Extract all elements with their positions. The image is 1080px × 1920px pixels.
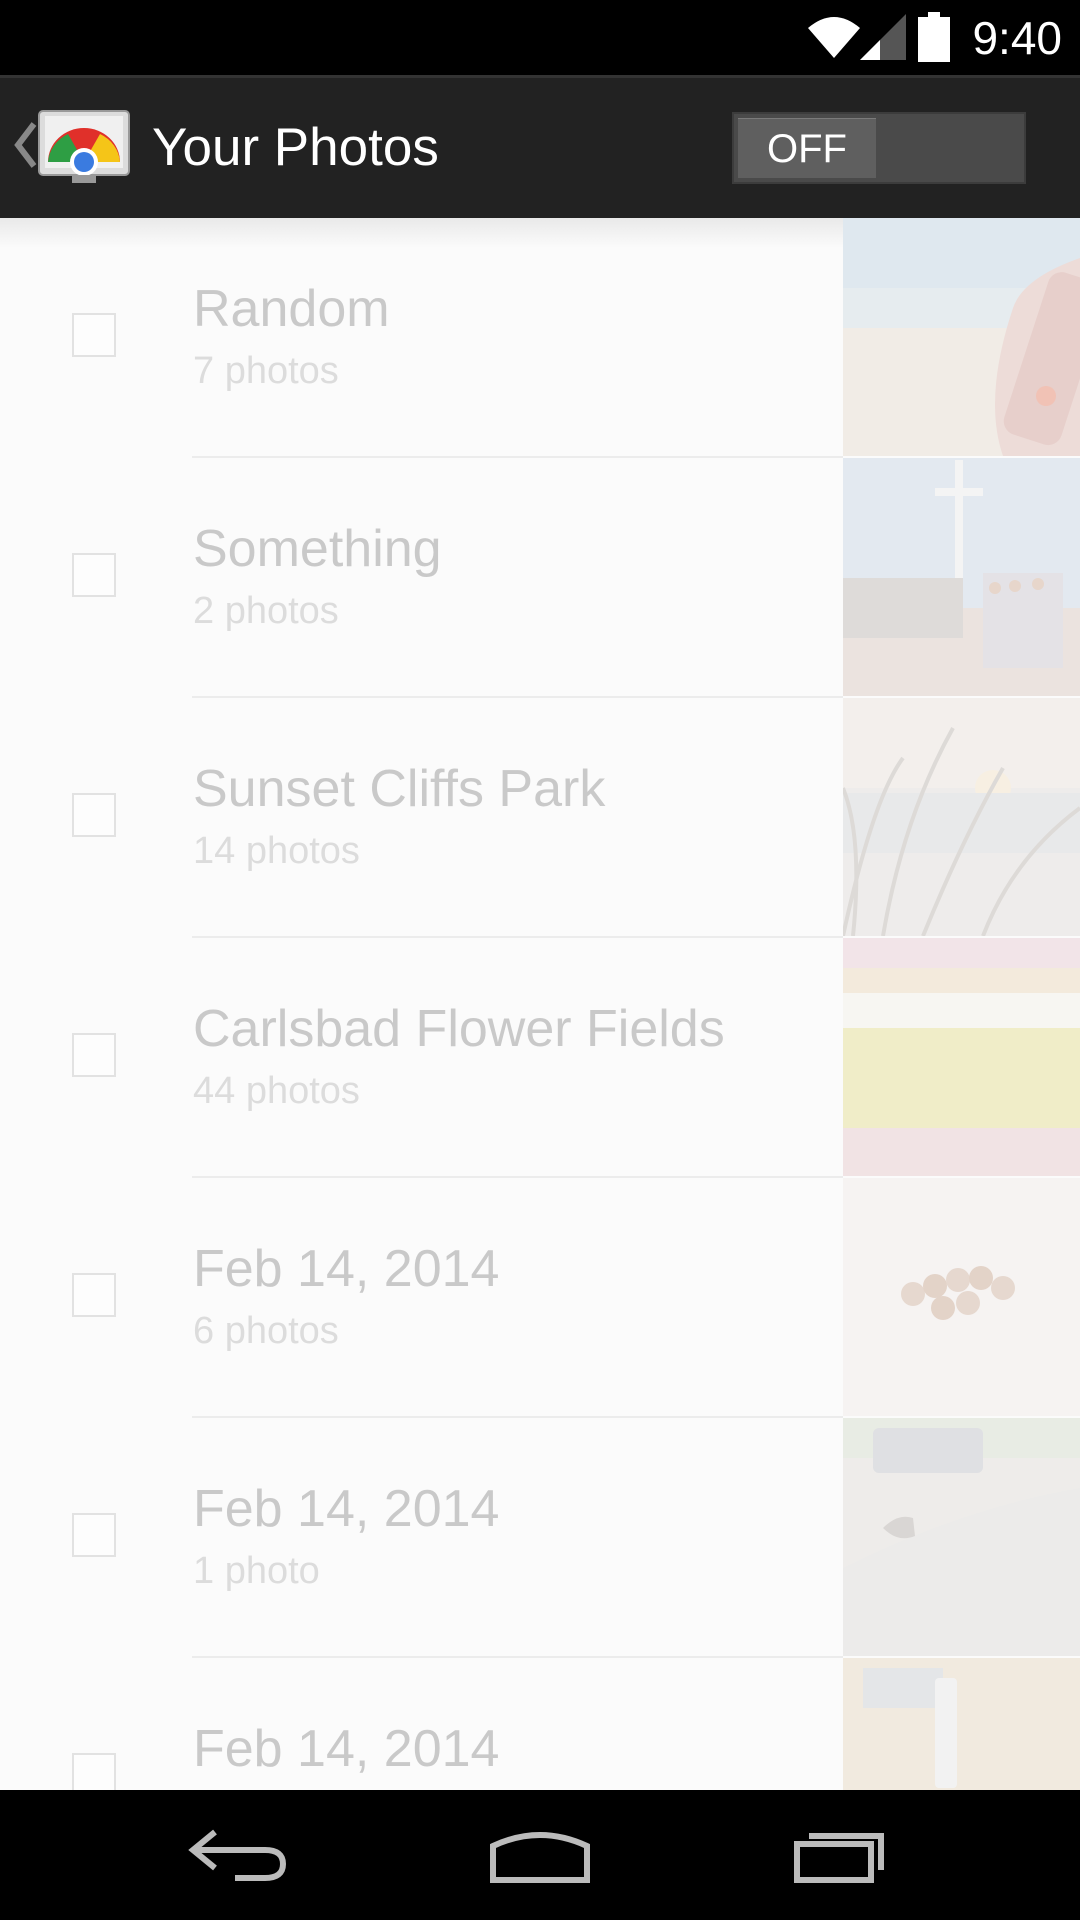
battery-icon [918, 12, 950, 62]
album-checkbox[interactable] [72, 1033, 116, 1077]
album-thumbnail [843, 218, 1080, 456]
list-item[interactable]: Feb 14, 2014 [0, 1658, 1080, 1790]
album-checkbox[interactable] [72, 793, 116, 837]
album-count: 44 photos [193, 1070, 360, 1112]
list-item[interactable]: Something 2 photos [0, 458, 1080, 698]
wifi-icon [808, 17, 860, 58]
back-caret-icon[interactable] [10, 120, 40, 170]
page-title: Your Photos [152, 118, 439, 177]
signal-icon [860, 14, 906, 60]
list-item[interactable]: Carlsbad Flower Fields 44 photos [0, 938, 1080, 1178]
home-icon[interactable] [485, 1820, 595, 1890]
album-checkbox[interactable] [72, 1513, 116, 1557]
album-count: 14 photos [193, 830, 360, 872]
navigation-bar [0, 1790, 1080, 1920]
list-item[interactable]: Feb 14, 2014 6 photos [0, 1178, 1080, 1418]
album-title: Sunset Cliffs Park [193, 760, 606, 818]
action-bar: Your Photos OFF [0, 75, 1080, 218]
album-thumbnail [843, 1418, 1080, 1656]
album-thumbnail [843, 1178, 1080, 1416]
album-thumbnail [843, 938, 1080, 1176]
album-title: Feb 14, 2014 [193, 1480, 500, 1538]
recent-apps-icon[interactable] [785, 1820, 895, 1890]
album-title: Feb 14, 2014 [193, 1240, 500, 1298]
album-title: Carlsbad Flower Fields [193, 1000, 725, 1058]
album-count: 7 photos [193, 350, 339, 392]
album-checkbox[interactable] [72, 1273, 116, 1317]
album-thumbnail [843, 458, 1080, 696]
album-checkbox[interactable] [72, 1753, 116, 1790]
cast-toggle[interactable]: OFF [732, 112, 1026, 184]
list-item[interactable]: Sunset Cliffs Park 14 photos [0, 698, 1080, 938]
album-count: 6 photos [193, 1310, 339, 1352]
album-list: Random 7 photos Something 2 photos Sunse… [0, 218, 1080, 1790]
album-checkbox[interactable] [72, 553, 116, 597]
album-count: 1 photo [193, 1550, 320, 1592]
album-checkbox[interactable] [72, 313, 116, 357]
album-thumbnail [843, 1658, 1080, 1790]
status-bar: 9:40 [0, 0, 1080, 75]
album-title: Random [193, 280, 390, 338]
back-icon[interactable] [185, 1820, 295, 1890]
status-time: 9:40 [972, 12, 1062, 64]
list-item[interactable]: Random 7 photos [0, 218, 1080, 458]
toggle-label: OFF [738, 118, 876, 178]
album-title: Something [193, 520, 442, 578]
list-item[interactable]: Feb 14, 2014 1 photo [0, 1418, 1080, 1658]
album-title: Feb 14, 2014 [193, 1720, 500, 1778]
album-thumbnail [843, 698, 1080, 936]
album-count: 2 photos [193, 590, 339, 632]
chromecast-app-icon[interactable] [38, 110, 130, 184]
